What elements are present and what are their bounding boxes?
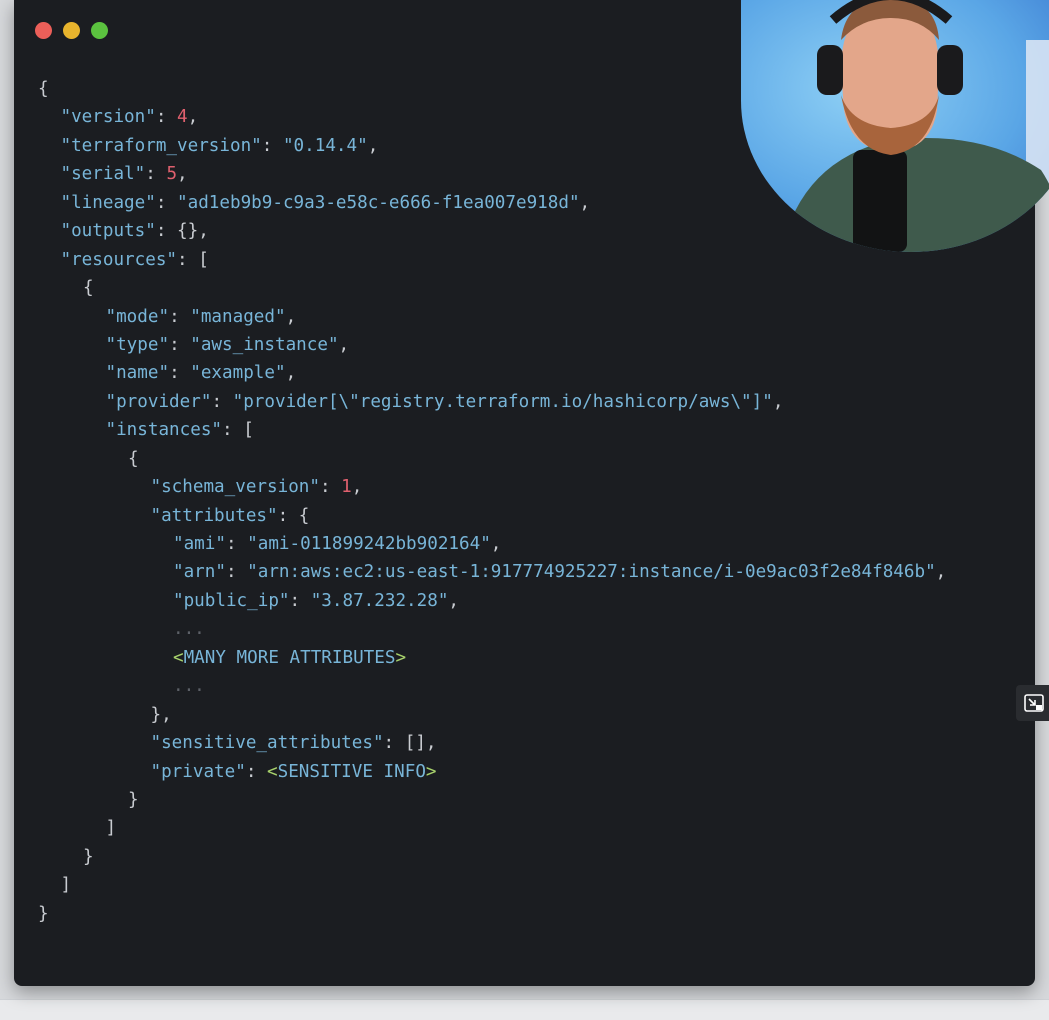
brace: { — [38, 79, 49, 99]
bracket: ] — [60, 875, 72, 896]
code-line: } — [38, 843, 946, 871]
code-line: "mode": "managed", — [105, 306, 297, 327]
brace: }, — [150, 704, 172, 725]
json-key: "name" — [105, 363, 170, 384]
bracket: ] — [105, 818, 117, 839]
json-string: "3.87.232.28" — [310, 590, 449, 611]
code-line: } — [38, 786, 946, 814]
code-line: "instances": [ — [105, 420, 254, 441]
code-line: ] — [38, 814, 946, 842]
brace: } — [38, 903, 49, 924]
json-key: "instances" — [105, 420, 223, 441]
code-line: "resources": [ — [60, 249, 209, 270]
window-controls — [35, 22, 108, 39]
bracket: [ — [198, 249, 209, 270]
json-key: "resources" — [60, 249, 178, 270]
json-key: "outputs" — [60, 221, 156, 242]
json-string: "0.14.4" — [282, 135, 368, 156]
code-line: "provider": "provider[\"registry.terrafo… — [105, 391, 784, 412]
picture-in-picture-icon — [1024, 694, 1044, 712]
json-string: "provider[\"registry.terraform.io/hashic… — [232, 391, 773, 412]
code-line: "name": "example", — [105, 363, 297, 384]
json-number: 1 — [341, 477, 352, 498]
json-key: "schema_version" — [150, 477, 320, 498]
code-line: ... — [38, 672, 946, 700]
maximize-dot[interactable] — [91, 22, 108, 39]
code-line: "sensitive_attributes": [], — [150, 733, 437, 754]
json-key: "terraform_version" — [60, 135, 262, 156]
json-string: "arn:aws:ec2:us-east-1:917774925227:inst… — [247, 562, 936, 583]
brace: { — [83, 278, 94, 299]
json-string: "managed" — [190, 306, 286, 327]
code-line: "attributes": { — [150, 505, 310, 526]
code-line: ... — [38, 615, 946, 643]
ellipsis: ... — [173, 619, 205, 640]
brace: { — [298, 505, 310, 526]
code-line: { — [38, 445, 946, 473]
json-key: "arn" — [173, 562, 226, 583]
close-dot[interactable] — [35, 22, 52, 39]
code-line: "arn": "arn:aws:ec2:us-east-1:9177749252… — [173, 562, 947, 583]
json-object: {} — [177, 221, 199, 242]
brace: } — [128, 789, 139, 810]
brace: { — [128, 448, 139, 469]
brace: } — [83, 846, 94, 867]
json-key: "sensitive_attributes" — [150, 733, 384, 754]
code-line: "ami": "ami-011899242bb902164", — [173, 534, 502, 554]
minimize-dot[interactable] — [63, 22, 80, 39]
json-key: "mode" — [105, 306, 170, 327]
json-key: "version" — [60, 107, 156, 128]
json-key: "ami" — [173, 534, 226, 554]
code-line: "type": "aws_instance", — [105, 334, 350, 355]
json-number: 5 — [166, 164, 178, 185]
json-string: "ami-011899242bb902164" — [247, 534, 491, 554]
code-line: } — [38, 900, 946, 928]
code-line: "schema_version": 1, — [150, 477, 363, 498]
json-key: "provider" — [105, 391, 212, 412]
bracket: [ — [243, 420, 254, 441]
json-string: "aws_instance" — [190, 334, 339, 355]
code-line: "public_ip": "3.87.232.28", — [173, 590, 460, 611]
picture-in-picture-button[interactable] — [1016, 685, 1049, 721]
json-key: "public_ip" — [173, 590, 290, 611]
placeholder-text: SENSITIVE INFO — [277, 761, 426, 782]
code-line: "private": <SENSITIVE INFO> — [150, 761, 437, 782]
json-key: "serial" — [60, 164, 146, 185]
json-array: [] — [404, 733, 426, 754]
json-number: 4 — [177, 107, 188, 128]
json-key: "attributes" — [150, 505, 278, 526]
page-bottom-strip — [0, 999, 1049, 1020]
code-line: ] — [38, 871, 946, 899]
code-line: <MANY MORE ATTRIBUTES> — [173, 647, 407, 668]
json-key: "private" — [150, 761, 246, 782]
code-line: { — [38, 274, 946, 302]
json-string: "ad1eb9b9-c9a3-e58c-e666-f1ea007e918d" — [177, 192, 580, 213]
code-line: }, — [38, 701, 946, 729]
json-string: "example" — [190, 363, 286, 384]
json-key: "lineage" — [60, 192, 156, 213]
ellipsis: ... — [173, 676, 205, 697]
json-key: "type" — [105, 334, 170, 355]
placeholder-text: MANY MORE ATTRIBUTES — [183, 647, 396, 668]
